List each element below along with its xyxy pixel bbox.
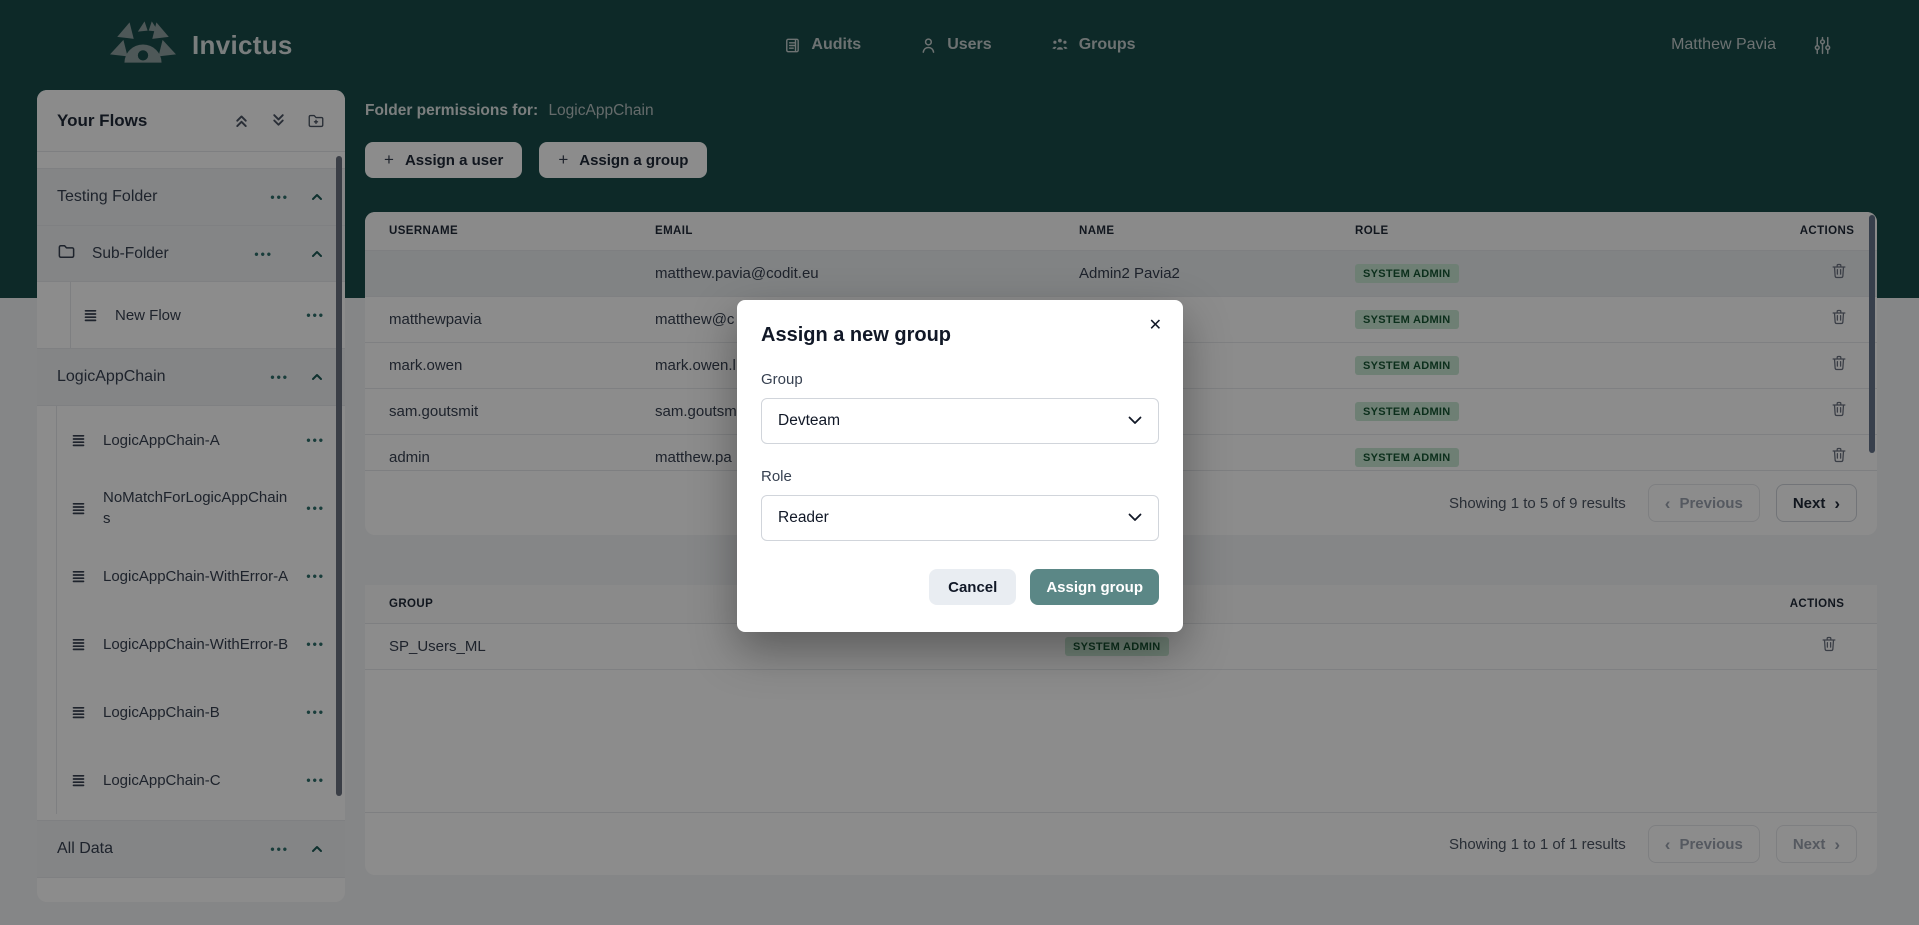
chevron-down-icon: [1128, 509, 1142, 527]
chevron-down-icon: [1128, 412, 1142, 430]
app-root: Invictus AuditsUsersGroups Matthew Pavia…: [0, 0, 1919, 925]
assign-group-modal: Assign a new group ✕ Group Devteam Role …: [737, 300, 1183, 632]
modal-title: Assign a new group: [761, 324, 1159, 347]
group-field-label: Group: [761, 371, 1159, 388]
role-select[interactable]: Reader: [761, 495, 1159, 541]
cancel-button[interactable]: Cancel: [929, 569, 1016, 605]
role-select-value: Reader: [778, 509, 829, 527]
close-icon[interactable]: ✕: [1149, 315, 1162, 335]
group-select[interactable]: Devteam: [761, 398, 1159, 444]
assign-group-submit-button[interactable]: Assign group: [1030, 569, 1159, 605]
modal-actions: Cancel Assign group: [761, 569, 1159, 605]
group-select-value: Devteam: [778, 412, 840, 430]
role-field-label: Role: [761, 468, 1159, 485]
